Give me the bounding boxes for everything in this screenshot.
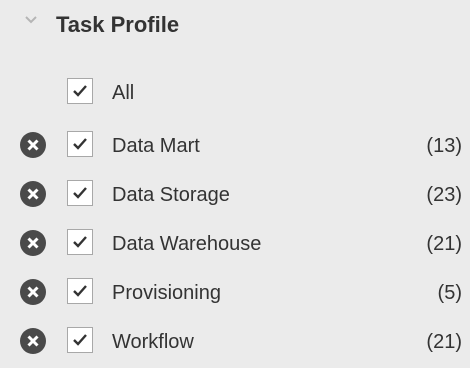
- filter-option-label: All: [112, 82, 135, 104]
- filter-option-item[interactable]: Workflow (21): [0, 324, 470, 360]
- remove-filter-icon[interactable]: [20, 230, 46, 256]
- filter-option-label: Provisioning: [112, 282, 221, 304]
- filter-option-count: (13): [426, 135, 462, 157]
- filter-option-count: (23): [426, 184, 462, 206]
- filter-option-label: Data Mart: [112, 135, 200, 157]
- checkmark-icon: [73, 85, 87, 97]
- filter-option-label: Data Warehouse: [112, 233, 262, 255]
- remove-filter-icon[interactable]: [20, 181, 46, 207]
- remove-filter-icon[interactable]: [20, 328, 46, 354]
- filter-title: Task Profile: [56, 12, 180, 37]
- filter-checkbox[interactable]: [67, 180, 93, 206]
- filter-option-item[interactable]: Provisioning (5): [0, 275, 470, 311]
- filter-checkbox[interactable]: [67, 327, 93, 353]
- checkmark-icon: [73, 285, 87, 297]
- filter-checkbox[interactable]: [67, 131, 93, 157]
- filter-option-item[interactable]: Data Mart (13): [0, 128, 470, 164]
- checkmark-icon: [73, 187, 87, 199]
- filter-checkbox[interactable]: [67, 229, 93, 255]
- checkmark-icon: [73, 334, 87, 346]
- chevron-down-icon[interactable]: [24, 13, 38, 27]
- filter-option-all[interactable]: All: [0, 75, 470, 111]
- filter-option-count: (21): [426, 331, 462, 353]
- filter-option-item[interactable]: Data Warehouse (21): [0, 226, 470, 262]
- task-profile-filter-panel: Task Profile All Data Mart (13) Data Sto…: [0, 0, 470, 368]
- remove-filter-icon[interactable]: [20, 132, 46, 158]
- filter-option-count: (5): [437, 282, 462, 304]
- filter-option-item[interactable]: Data Storage (23): [0, 177, 470, 213]
- checkbox-all[interactable]: [67, 78, 93, 104]
- checkmark-icon: [73, 236, 87, 248]
- checkmark-icon: [73, 138, 87, 150]
- filter-option-label: Data Storage: [112, 184, 230, 206]
- filter-option-label: Workflow: [112, 331, 194, 353]
- filter-option-count: (21): [426, 233, 462, 255]
- filter-checkbox[interactable]: [67, 278, 93, 304]
- filter-header[interactable]: Task Profile: [0, 0, 470, 56]
- remove-filter-icon[interactable]: [20, 279, 46, 305]
